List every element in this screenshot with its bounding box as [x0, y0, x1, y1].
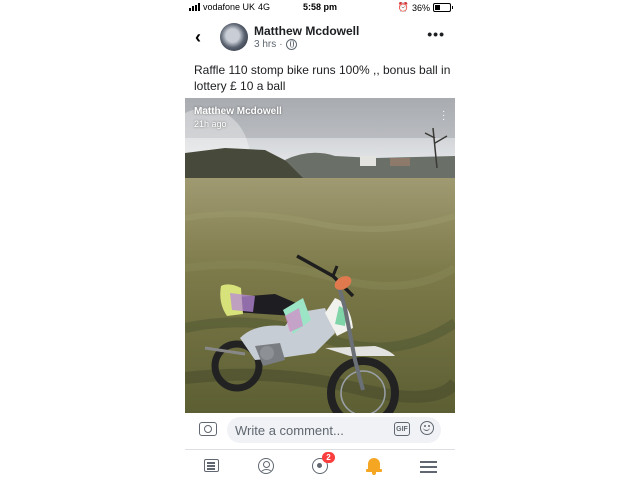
bell-icon: [366, 458, 382, 472]
emoji-icon[interactable]: [420, 421, 434, 435]
post-caption: Raffle 110 stomp bike runs 100% ,, bonus…: [194, 63, 451, 93]
back-icon[interactable]: ‹: [195, 28, 201, 46]
groups-badge: 2: [322, 452, 335, 463]
tab-news-feed[interactable]: [202, 456, 222, 476]
globe-icon: [285, 39, 297, 50]
alarm-icon: ⏰: [397, 2, 409, 12]
news-feed-icon: [204, 459, 219, 472]
status-bar: vodafone UK 4G 5:58 pm ⏰ 36%: [185, 0, 455, 16]
menu-icon: [420, 461, 437, 463]
dirt-bike-photo: [185, 98, 455, 413]
post-header: ‹ Matthew Mcdowell 3 hrs · •••: [185, 20, 455, 56]
tab-groups[interactable]: 2: [310, 452, 335, 476]
post-time[interactable]: 3 hrs: [254, 39, 276, 50]
photo-overlay-name: Matthew Mcdowell: [194, 106, 282, 117]
phone-screen: vodafone UK 4G 5:58 pm ⏰ 36% ‹ Matthew M…: [185, 0, 455, 480]
avatar[interactable]: [220, 23, 248, 51]
battery-icon: [433, 3, 453, 12]
tab-menu[interactable]: [419, 456, 439, 476]
camera-icon[interactable]: [199, 422, 217, 436]
tab-bar: 2: [185, 449, 455, 480]
comment-bar: GIF: [185, 413, 455, 447]
post-author[interactable]: Matthew Mcdowell: [254, 24, 359, 38]
photo-overlay-time: 21h ago: [194, 119, 227, 129]
more-options-icon[interactable]: •••: [427, 26, 445, 42]
tab-profile[interactable]: [256, 456, 276, 476]
post-meta: 3 hrs ·: [254, 39, 297, 50]
tab-notifications[interactable]: [365, 456, 385, 476]
battery-percent: 36%: [411, 2, 430, 13]
gif-button[interactable]: GIF: [394, 422, 410, 436]
bell-clapper: [372, 472, 376, 475]
meta-separator: ·: [279, 39, 283, 50]
photo-more-icon: · · ·: [442, 106, 446, 125]
profile-icon: [258, 458, 274, 474]
status-right: ⏰ 36%: [397, 2, 453, 13]
post-photo[interactable]: Matthew Mcdowell 21h ago · · ·: [185, 98, 455, 413]
